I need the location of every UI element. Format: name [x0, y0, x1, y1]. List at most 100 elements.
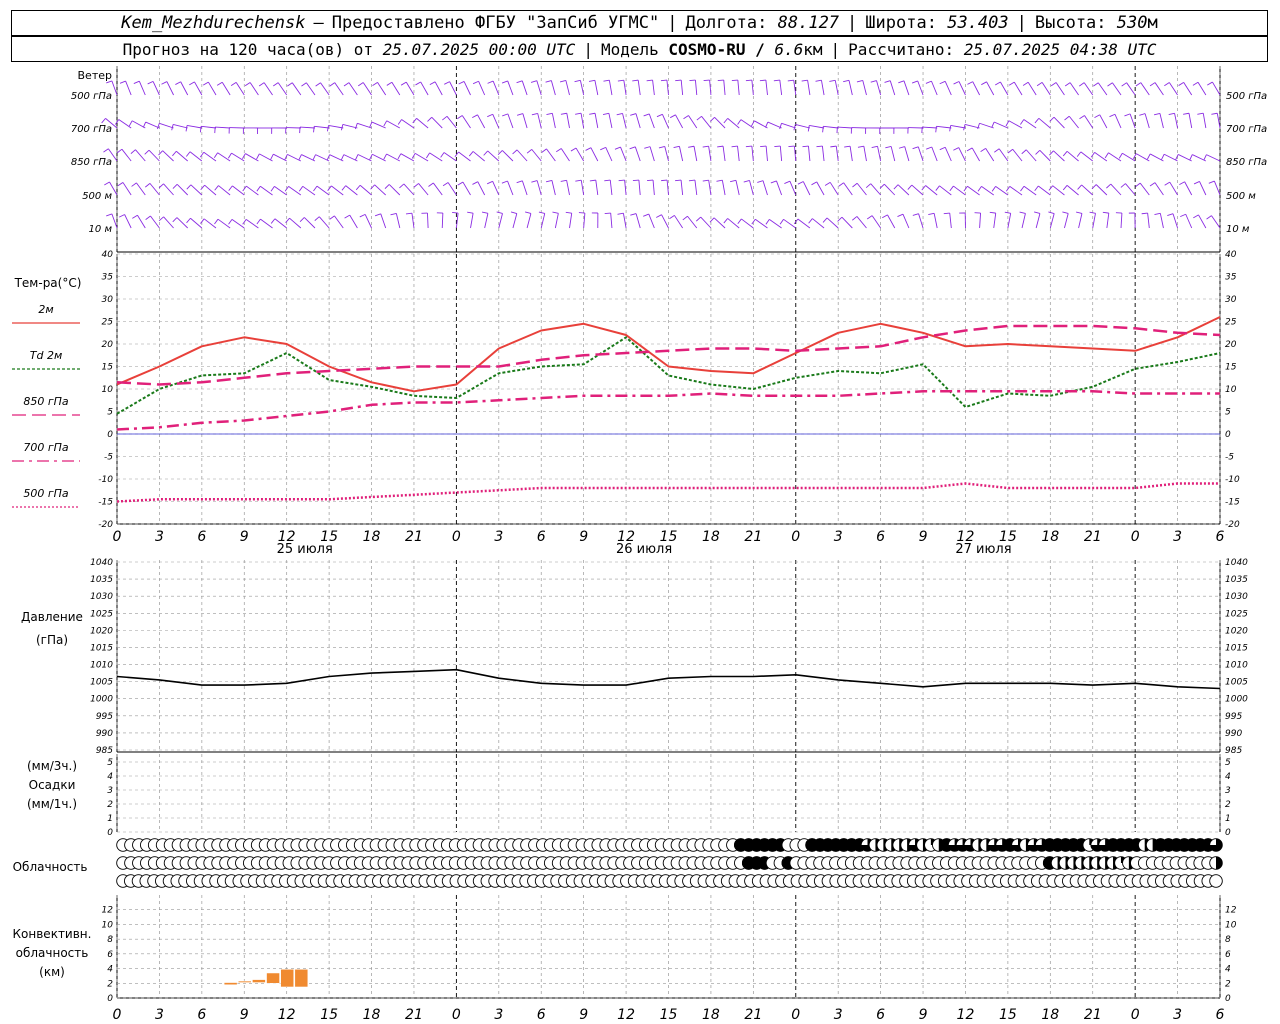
wind-barb [429, 152, 443, 162]
wind-barb [674, 215, 684, 229]
wind-barb [594, 80, 599, 96]
wind-barb-flag [1048, 211, 1055, 214]
wind-barb-flag [675, 79, 682, 82]
wind-barb-flag [646, 79, 653, 82]
y-tick-label-left: 40 [102, 250, 114, 260]
wind-barb [434, 81, 443, 96]
wind-barb [537, 113, 542, 129]
wind-barb-flag [186, 217, 191, 224]
wind-barb-flag [384, 184, 390, 189]
wind-barb-flag [244, 82, 251, 87]
wind-barb-flag [669, 215, 675, 220]
y-tick-label-left: 30 [102, 295, 114, 305]
wind-barbs-group [101, 79, 1221, 229]
wind-barb [1110, 183, 1122, 196]
wind-barb [349, 214, 358, 229]
wind-barb-flag [516, 80, 523, 84]
wind-barb [767, 121, 782, 129]
wind-barb-flag [1161, 154, 1165, 160]
wind-barb [1068, 115, 1079, 129]
wind-barb [700, 216, 712, 229]
wind-barb-flag [689, 79, 696, 82]
wind-barb [565, 80, 570, 96]
wind-barb [1122, 152, 1136, 162]
wind-barb-flag [801, 79, 808, 82]
wind-barb [1041, 82, 1051, 96]
y-tick-label-left: -20 [98, 520, 113, 530]
wind-barb-flag [616, 112, 623, 116]
wind-barb-flag [1124, 113, 1131, 117]
wind-barb [708, 146, 712, 162]
wind-barb-flag [502, 113, 509, 117]
wind-barb-flag [457, 181, 464, 186]
x-tick-label: 3 [155, 529, 164, 545]
wind-barb-flag [1154, 212, 1161, 216]
wind-barb [163, 216, 174, 229]
wind-barb [215, 126, 231, 129]
wind-barb-flag [442, 182, 449, 187]
convective-bar [252, 979, 266, 983]
x-tick-label-bottom: 15 [660, 1007, 678, 1023]
wind-barb-flag [1146, 153, 1151, 160]
x-tick-label-bottom: 3 [834, 1007, 843, 1023]
wind-barb-flag [158, 216, 164, 222]
wind-barb-flag [870, 80, 877, 83]
wind-barb-flag [172, 150, 177, 157]
wind-barb-flag [824, 181, 831, 186]
wind-barb [620, 146, 627, 162]
wind-barb [522, 113, 528, 129]
wind-barb-flag [524, 211, 532, 214]
y-tick-label-left: 1000 [90, 695, 113, 705]
y-tick-label-right: -10 [1225, 475, 1240, 485]
wind-barb [870, 183, 881, 196]
wind-barb [1038, 185, 1051, 196]
wind-barb-flag [898, 146, 905, 149]
wind-barb [971, 147, 980, 162]
wind-barb [1213, 180, 1221, 196]
wind-barb [623, 80, 627, 96]
wind-barb [755, 218, 768, 229]
wind-barb-flag [885, 145, 892, 149]
wind-barb-flag [227, 152, 232, 159]
wind-barb-flag [130, 149, 136, 154]
wind-barb [652, 180, 655, 196]
wind-level-label-right: 10 м [1226, 224, 1250, 235]
wind-barb-flag [1203, 154, 1207, 161]
wind-barb-flag [751, 120, 755, 127]
day-label: 27 июля [955, 542, 1011, 557]
wind-barb-flag [926, 146, 932, 150]
wind-barb-flag [702, 179, 709, 182]
y-tick-label-left: 1020 [90, 626, 113, 636]
wind-barb [637, 80, 641, 96]
wind-barb [203, 151, 217, 162]
y-tick-label-left: 1010 [90, 661, 113, 671]
y-tick-label-right: 4 [1225, 772, 1231, 782]
wind-barb [414, 152, 429, 162]
y-tick-label-right: 995 [1225, 712, 1242, 722]
wind-barb [374, 184, 386, 196]
wind-barb [531, 149, 542, 162]
y-tick-label-right: 3 [1225, 786, 1231, 796]
wind-barb-flag [1007, 148, 1013, 154]
wind-barb [291, 82, 302, 96]
wind-barb [492, 80, 500, 96]
y-tick-label-left: -15 [98, 498, 113, 508]
wind-barb [1053, 116, 1065, 129]
wind-barb [260, 185, 273, 196]
wind-barb [462, 181, 471, 196]
x-tick-label-bottom: 6 [537, 1007, 546, 1023]
wind-barb [722, 146, 726, 162]
wind-barb-flag [585, 147, 592, 151]
x-tick-label: 0 [791, 529, 800, 545]
wind-barb [194, 81, 203, 96]
wind-barb-flag [907, 184, 913, 190]
x-tick-label-bottom: 3 [155, 1007, 164, 1023]
wind-barb-flag [797, 181, 804, 185]
wind-barb [713, 217, 726, 229]
wind-barb-flag [856, 80, 863, 83]
wind-barb-flag [815, 79, 822, 82]
y-tick-label-left: 6 [107, 950, 113, 960]
wind-barb [554, 213, 559, 229]
wind-barb [727, 218, 740, 229]
wind-barb-flag [200, 184, 205, 191]
